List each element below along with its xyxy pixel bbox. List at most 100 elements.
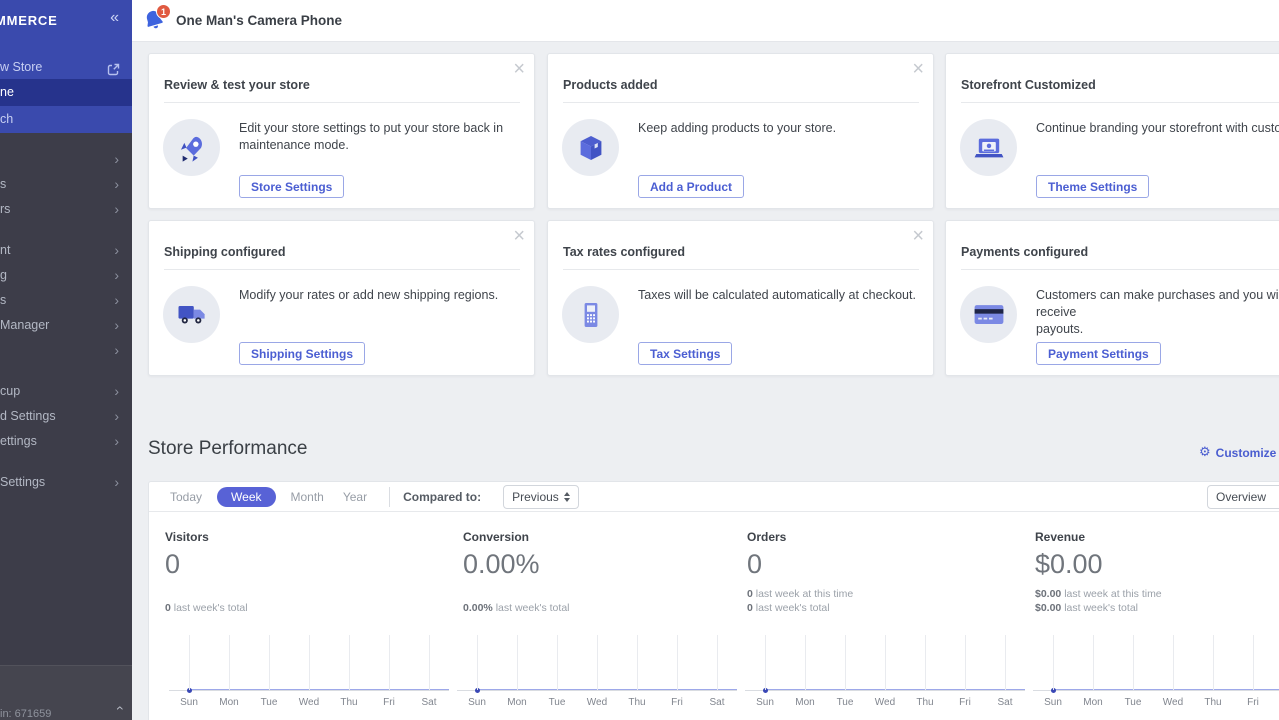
top-header: 1 One Man's Camera Phone	[132, 0, 1279, 42]
overview-select[interactable]: Overview	[1207, 485, 1279, 509]
sidebar-item[interactable]: ettings›	[0, 429, 132, 454]
notifications-bell-icon[interactable]: 1	[143, 9, 167, 33]
sidebar-item[interactable]: d Settings›	[0, 404, 132, 429]
store-pin: in: 671659	[0, 708, 51, 720]
chart-day-label: Thu	[617, 697, 657, 708]
chart-gridline	[557, 635, 558, 690]
sidebar-item[interactable]: ›	[0, 147, 132, 172]
metric-conversion: Conversion 0.00% 0.00% last week's total	[463, 530, 733, 615]
sidebar-item[interactable]: cup›	[0, 379, 132, 404]
notification-badge: 1	[156, 4, 171, 19]
metric-label: Revenue	[1035, 530, 1279, 544]
metric-sublines: 0 last week at this time 0 last week's t…	[747, 587, 1017, 615]
sidebar-item[interactable]: Manager›	[0, 313, 132, 338]
divider	[563, 102, 919, 103]
theme-settings-button[interactable]: Theme Settings	[1036, 175, 1149, 198]
divider	[961, 102, 1279, 103]
customize-dashboard-label: Customize Dashboard	[1216, 446, 1279, 460]
sidebar-item-label: g	[0, 268, 7, 282]
close-icon[interactable]: ×	[513, 226, 525, 246]
card-title: Storefront Customized	[961, 78, 1096, 92]
store-name: One Man's Camera Phone	[176, 0, 342, 42]
credit-card-icon	[960, 286, 1017, 343]
tax-settings-button[interactable]: Tax Settings	[638, 342, 732, 365]
setup-card-tax: Tax rates configured × Taxes will be cal…	[547, 220, 934, 376]
tab-month[interactable]: Month	[287, 487, 328, 507]
chevron-up-icon[interactable]: ›	[111, 706, 127, 711]
sidebar-item-selected[interactable]: ne	[0, 79, 132, 106]
sidebar-item-label: w Store	[0, 60, 42, 74]
sidebar-item-label: Settings	[0, 475, 45, 489]
metric-label: Conversion	[463, 530, 733, 544]
metric-sublines: 0.00% last week's total	[463, 601, 733, 615]
store-performance-title: Store Performance	[148, 438, 307, 460]
chart-series-line	[1053, 689, 1279, 691]
card-title: Payments configured	[961, 245, 1088, 259]
chart-gridline	[637, 635, 638, 690]
metric-value: 0	[747, 549, 1017, 580]
close-icon[interactable]: ×	[912, 226, 924, 246]
sidebar-top: MMERCE « w Store ne ch	[0, 0, 132, 133]
close-icon[interactable]: ×	[912, 59, 924, 79]
store-settings-button[interactable]: Store Settings	[239, 175, 344, 198]
chart-gridline	[925, 635, 926, 690]
chart-day-label: Tue	[825, 697, 865, 708]
gear-icon: ⚙	[1199, 445, 1211, 460]
sidebar-item-label: cup	[0, 384, 20, 398]
chart-gridline	[1005, 635, 1006, 690]
sidebar-item[interactable]: nt›	[0, 238, 132, 263]
chevron-right-icon: ›	[114, 288, 119, 313]
customize-dashboard-link[interactable]: ⚙ Customize Dashboard	[1199, 445, 1279, 460]
compared-to-value: Previous	[512, 490, 559, 504]
chart-gridline	[349, 635, 350, 690]
sidebar-item[interactable]: s›	[0, 172, 132, 197]
calculator-icon	[562, 286, 619, 343]
add-product-button[interactable]: Add a Product	[638, 175, 744, 198]
metric-visitors: Visitors 0 0 last week's total	[165, 530, 435, 615]
sidebar: MMERCE « w Store ne ch › s› rs›	[0, 0, 132, 720]
sidebar-item[interactable]: g›	[0, 263, 132, 288]
setup-card-storefront: Storefront Customized × Continue brandin…	[945, 53, 1279, 209]
close-icon[interactable]: ×	[513, 59, 525, 79]
metric-label: Orders	[747, 530, 1017, 544]
compared-to-select[interactable]: Previous	[503, 485, 579, 509]
sidebar-item[interactable]: rs›	[0, 197, 132, 222]
collapse-sidebar-icon[interactable]: «	[110, 9, 119, 27]
metric-orders: Orders 0 0 last week at this time 0 last…	[747, 530, 1017, 615]
chart-gridline	[765, 635, 766, 690]
sidebar-item[interactable]: ›	[0, 338, 132, 363]
chart-baseline	[169, 690, 449, 691]
setup-card-payments: Payments configured × Customers can make…	[945, 220, 1279, 376]
chart-day-label: Tue	[537, 697, 577, 708]
shipping-settings-button[interactable]: Shipping Settings	[239, 342, 365, 365]
metric-sublines: $0.00 last week at this time $0.00 last …	[1035, 587, 1279, 615]
payment-settings-button[interactable]: Payment Settings	[1036, 342, 1161, 365]
tab-today[interactable]: Today	[166, 487, 206, 507]
divider	[164, 269, 520, 270]
chart-day-label: Sat	[409, 697, 449, 708]
revenue-chart: SunMonTueWedThuFriSat	[1033, 635, 1279, 715]
rocket-icon	[163, 119, 220, 176]
sidebar-item-label: s	[0, 293, 6, 307]
sidebar-item-label: nt	[0, 243, 10, 257]
divider	[164, 102, 520, 103]
sidebar-item[interactable]: ch	[0, 106, 132, 133]
chart-baseline	[1033, 690, 1279, 691]
divider	[563, 269, 919, 270]
chart-gridline	[1173, 635, 1174, 690]
overview-value: Overview	[1216, 490, 1266, 504]
sidebar-item-view-store[interactable]: w Store	[0, 55, 132, 79]
chart-gridline	[517, 635, 518, 690]
chevron-right-icon: ›	[114, 263, 119, 288]
chart-day-label: Wed	[577, 697, 617, 708]
sidebar-item[interactable]: s›	[0, 288, 132, 313]
chart-day-label: Wed	[865, 697, 905, 708]
sidebar-item[interactable]: Settings›	[0, 470, 132, 495]
box-icon	[562, 119, 619, 176]
chevron-right-icon: ›	[114, 429, 119, 454]
chart-gridline	[189, 635, 190, 690]
tab-week[interactable]: Week	[217, 487, 275, 507]
tab-year[interactable]: Year	[339, 487, 371, 507]
chart-day-label: Mon	[785, 697, 825, 708]
card-description: Customers can make purchases and you wil…	[1036, 287, 1279, 338]
